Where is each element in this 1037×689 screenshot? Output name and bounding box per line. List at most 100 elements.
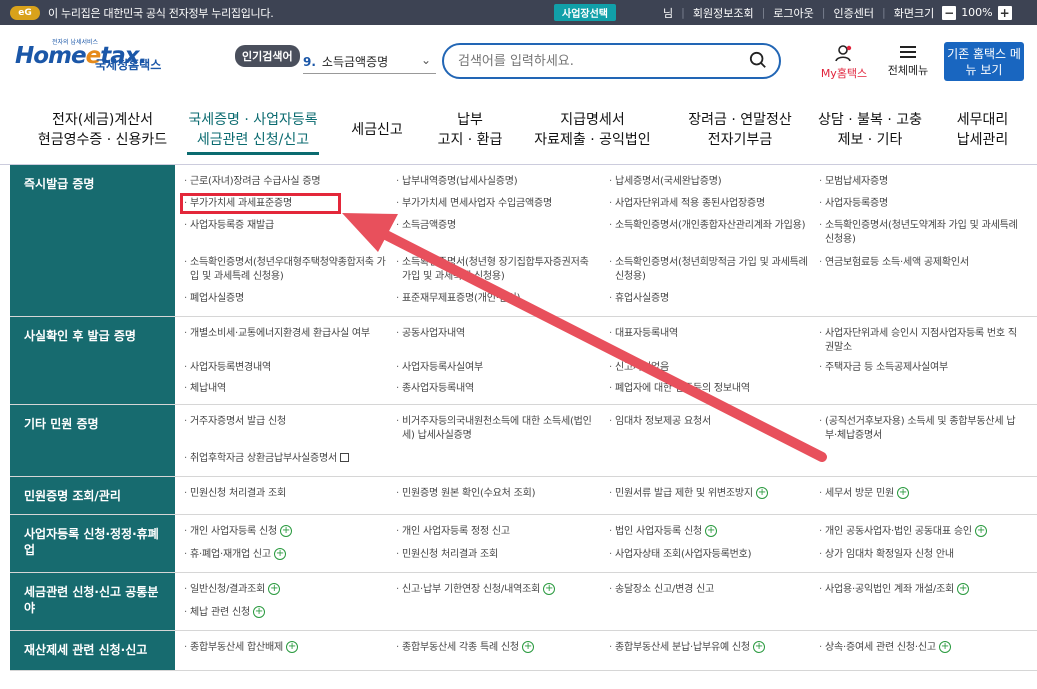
member-info-link[interactable]: 회원정보조회 [693,5,754,21]
user-icon [835,45,852,62]
plus-icon[interactable]: + [974,525,987,537]
all-menu-button[interactable]: 전체메뉴 [884,44,932,78]
menu-link[interactable]: 사업자등록증명 [817,195,1029,217]
menu-link[interactable]: 주택자금 등 소득공제사실여부 [817,359,1029,379]
menu-link[interactable]: (공직선거후보자용) 소득세 및 종합부동산세 납부·체납증명서 [817,413,1029,450]
menu-link[interactable]: 휴·폐업·재개업 신고+ [182,546,394,569]
menu-link[interactable]: 소득확인증명서(개인종합자산관리계좌 가입용) [607,217,817,253]
menu-link[interactable]: 비거주자등의국내원천소득에 대한 소득세(법인세) 납세사실증명 [394,413,607,450]
search-input[interactable] [444,45,734,77]
menu-link[interactable]: 소득확인증명서(청년도약계좌 가입 및 과세특례 신청용) [817,217,1029,253]
menu-link[interactable]: 민원신청 처리결과 조회 [394,546,607,569]
menu-link[interactable]: 송달장소 신고/변경 신고 [607,581,817,604]
menu-link[interactable]: 취업후학자금 상환금납부사실증명서 [182,450,394,473]
menu-link[interactable]: 소득금액증명 [394,217,607,253]
menu-link[interactable]: 폐업자에 대한 업종등의 정보내역 [607,380,817,400]
plus-icon[interactable]: + [543,583,556,595]
menu-link[interactable]: 모범납세자증명 [817,173,1029,195]
menu-link[interactable]: 납세증명서(국세완납증명) [607,173,817,195]
section-title: 사업자등록 신청·정정·휴폐업 [10,515,175,572]
menu-link[interactable]: 체납 관련 신청+ [182,604,394,627]
plus-icon[interactable]: + [752,641,765,653]
highlight-box [180,193,341,214]
nav-item-payment[interactable]: 납부 고지 · 환급 [430,110,510,150]
menu-link[interactable]: 사업용·공익법인 계좌 개설/조회+ [817,581,1029,604]
plus-icon[interactable]: + [704,525,717,537]
plus-icon[interactable]: + [938,641,951,653]
menu-link[interactable]: 개별소비세·교통에너지환경세 환급사실 여부 [182,325,394,359]
menu-link[interactable]: 근로(자녀)장려금 수급사실 증명 [182,173,394,195]
nav-item-certificates[interactable]: 국세증명 · 사업자등록 세금관련 신청/신고 [187,110,319,150]
menu-link[interactable]: 종합부동산세 합산배제+ [182,639,394,666]
old-hometax-button[interactable]: 기존 홈택스 메뉴 보기 [944,42,1024,81]
menu-link[interactable]: 사업자등록변경내역 [182,359,394,379]
logout-link[interactable]: 로그아웃 [773,5,813,21]
menu-link[interactable]: 연금보험료등 소득·세액 공제확인서 [817,254,1029,290]
popular-search-term[interactable]: 9. 소득금액증명 ⌄ [303,53,431,70]
plus-icon[interactable]: + [252,605,265,618]
menu-link[interactable]: 소득확인증명서(청년희망적금 가입 및 과세특례 신청용) [607,254,817,290]
menu-link[interactable]: 휴업사실증명 [607,290,817,312]
business-select-button[interactable]: 사업장선택 [554,4,616,21]
menu-link[interactable]: 납부내역증명(납세사실증명) [394,173,607,195]
menu-link[interactable]: 일반신청/결과조회+ [182,581,394,604]
menu-link[interactable]: 상속·증여세 관련 신청·신고+ [817,639,1029,666]
logo-nts: 국세청홈택스 [95,58,162,72]
menu-link[interactable]: 대표자등록내역 [607,325,817,359]
menu-link[interactable]: 체납내역 [182,380,394,400]
menu-link[interactable]: 상가 임대차 확정일자 신청 안내 [817,546,1029,569]
plus-icon[interactable]: + [896,487,909,499]
menu-link[interactable]: 종합부동산세 각종 특례 신청+ [394,639,607,666]
menu-link[interactable]: 소득확인증명서(청년형 장기집합투자증권저축 가입 및 과세특례 신청용) [394,254,607,290]
search-icon[interactable] [749,51,767,69]
nav-item-consulting[interactable]: 상담 · 불복 · 고충 제보 · 기타 [815,110,925,150]
gov-notice[interactable]: 이 누리집은 대한민국 공식 전자정부 누리집입니다. [48,5,274,21]
zoom-value: 100% [961,6,993,19]
menu-link[interactable]: 세무서 방문 민원+ [817,485,1029,510]
plus-icon[interactable]: + [755,487,768,499]
nav-item-e-invoice[interactable]: 전자(세금)계산서 현금영수증 · 신용카드 [30,110,175,150]
menu-link[interactable]: 법인 사업자등록 신청+ [607,523,817,546]
nav-item-payment-statement[interactable]: 지급명세서 자료제출 · 공익법인 [530,110,655,150]
menu-link[interactable]: 개인 사업자등록 신청+ [182,523,394,546]
menu-link[interactable]: 민원증명 원본 확인(수요처 조회) [394,485,607,510]
menu-link[interactable]: 종사업자등록내역 [394,380,607,400]
zoom-out-button[interactable]: − [942,5,957,20]
menu-link[interactable]: 부가가치세 면세사업자 수입금액증명 [394,195,607,217]
menu-link[interactable]: 개인 공동사업자·법인 공동대표 승인+ [817,523,1029,546]
hometax-logo[interactable]: 전자의 납세서비스 Homeetax. 국세청홈택스 [15,39,205,72]
menu-link[interactable]: 공동사업자내역 [394,325,607,359]
plus-icon[interactable]: + [521,641,534,653]
menu-link[interactable]: 사업자단위과세 적용 종된사업장증명 [607,195,817,217]
menu-link[interactable]: 신고사실없음 [607,359,817,379]
menu-link[interactable]: 신고·납부 기한연장 신청/내역조회+ [394,581,607,604]
nav-item-tax-agent[interactable]: 세무대리 납세관리 [950,110,1015,150]
my-hometax-button[interactable]: My홈택스 [818,44,870,81]
zoom-in-button[interactable]: + [997,5,1012,20]
menu-link[interactable]: 사업자등록증 재발급 [182,217,394,253]
section-row: 세금관련 신청·신고 공통분야 일반신청/결과조회+ 신고·납부 기한연장 신청… [10,573,1037,631]
menu-link[interactable]: 사업자상태 조회(사업자등록번호) [607,546,817,569]
nav-item-incentive[interactable]: 장려금 · 연말정산 전자기부금 [680,110,800,150]
menu-link[interactable]: 사업자등록사실여부 [394,359,607,379]
menu-link[interactable]: 폐업사실증명 [182,290,394,312]
plus-icon[interactable]: + [279,525,292,537]
menu-link[interactable]: 소득확인증명서(청년우대형주택청약종합저축 가입 및 과세특례 신청용) [182,254,394,290]
nav-item-tax-filing[interactable]: 세금신고 [345,120,409,140]
menu-link[interactable]: 민원서류 발급 제한 및 위변조방지+ [607,485,817,510]
menu-link[interactable]: 민원신청 처리결과 조회 [182,485,394,510]
hamburger-icon [900,46,916,58]
menu-link[interactable]: 개인 사업자등록 정정 신고 [394,523,607,546]
plus-icon[interactable]: + [273,547,286,560]
menu-link[interactable]: 사업자단위과세 승인시 지점사업자등록 번호 직권말소 [817,325,1029,359]
plus-icon[interactable]: + [285,641,298,653]
plus-icon[interactable]: + [268,583,281,595]
menu-link[interactable]: 거주자증명서 발급 신청 [182,413,394,450]
chevron-down-icon[interactable]: ⌄ [421,53,431,67]
plus-icon[interactable]: + [957,583,970,595]
cert-center-link[interactable]: 인증센터 [834,5,874,21]
section-row: 재산제세 관련 신청·신고 종합부동산세 합산배제+ 종합부동산세 각종 특례 … [10,631,1037,671]
menu-link[interactable]: 표준재무제표증명(개인·법인) [394,290,607,312]
menu-link[interactable]: 임대차 정보제공 요청서 [607,413,817,450]
menu-link[interactable]: 종합부동산세 분납·납부유예 신청+ [607,639,817,666]
